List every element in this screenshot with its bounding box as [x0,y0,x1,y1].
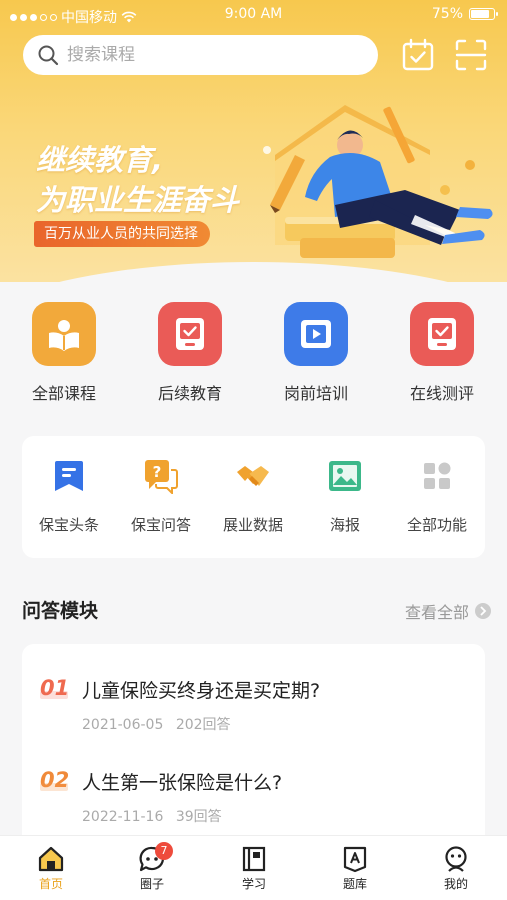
hero-header: 中国移动 9:00 AM 75% 搜索课程 继续教育, 为职业生涯奋斗 百万从业… [0,0,507,282]
tab-label: 我的 [443,877,468,891]
tab-circle[interactable]: 7 圈子 [122,842,182,892]
entry-label: 在线测评 [409,384,474,403]
entry-label: 岗前培训 [283,384,348,403]
tool-all-functions[interactable]: 全部功能 [392,458,482,535]
qa-answer-count: 202回答 [175,717,231,733]
entry-pre-job-training[interactable]: 岗前培训 [261,302,371,404]
notification-badge: 7 [155,842,173,860]
tab-study[interactable]: 学习 [224,845,284,892]
tool-baobao-headlines[interactable]: 保宝头条 [24,458,114,535]
news-bookmark-icon [55,461,83,491]
see-all-label: 查看全部 [404,603,469,622]
qa-date: 2021-06-05 [82,717,164,733]
tab-label: 题库 [342,877,367,891]
search-bar[interactable] [23,35,378,75]
calendar-check-icon[interactable] [401,38,435,72]
qa-rank-number: 02 [40,768,76,792]
image-icon [329,461,361,491]
entry-all-courses[interactable]: 全部课程 [9,302,119,404]
status-bar: 中国移动 9:00 AM 75% [0,0,507,30]
question-chat-icon: ? [145,460,178,496]
chevron-right-icon [475,603,491,619]
open-book-icon [32,302,96,366]
entry-label: 全部课程 [31,384,96,403]
banner-title-line1: 继续教育, [36,143,164,177]
video-play-icon [284,302,348,366]
battery-icon [469,8,498,20]
tool-label: 展业数据 [222,516,283,534]
tool-label: 海报 [329,516,360,534]
svg-text:?: ? [153,463,162,481]
qa-section-title: 问答模块 [22,600,99,622]
tool-label: 保宝问答 [130,516,191,534]
home-icon [38,846,64,872]
tab-home[interactable]: 首页 [21,845,81,892]
qa-answer-count: 39回答 [175,809,222,825]
scan-icon[interactable] [454,38,488,72]
tool-business-data[interactable]: 展业数据 [208,458,298,535]
tab-label: 学习 [241,877,266,891]
search-icon [38,45,59,66]
bottom-tab-bar: 首页 7 圈子 学习 题库 我的 [0,835,507,900]
qa-meta: 2021-06-05 202回答 [82,714,231,734]
qa-meta: 2022-11-16 39回答 [82,806,222,826]
see-all-link[interactable]: 查看全部 [405,599,491,623]
banner-illustration [263,105,493,258]
tools-card: 保宝头条 ? 保宝问答 展业数据 海报 全部功能 [22,436,485,558]
grid-icon [424,462,451,489]
tool-poster[interactable]: 海报 [300,458,390,535]
entry-label: 后续教育 [157,384,222,403]
qa-question: 人生第一张保险是什么? [82,772,283,794]
qa-date: 2022-11-16 [82,809,164,825]
tab-label: 圈子 [139,877,164,891]
main-entry-grid: 全部课程 后续教育 岗前培训 在线测评 [0,302,507,412]
tablet-check-icon [158,302,222,366]
banner-title: 继续教育, 为职业生涯奋斗 [36,140,239,220]
tab-profile[interactable]: 我的 [426,845,486,892]
question-bank-icon [343,846,367,873]
search-input[interactable] [67,45,357,65]
tool-label: 全部功能 [406,516,467,534]
qa-question: 儿童保险买终身还是买定期? [82,680,321,702]
tool-label: 保宝头条 [38,516,99,534]
battery-status: 75% [431,6,498,22]
profile-icon [445,846,467,872]
tab-label: 首页 [38,877,63,891]
entry-online-assessment[interactable]: 在线测评 [387,302,497,404]
entry-continuing-education[interactable]: 后续教育 [135,302,245,404]
notebook-icon [242,846,266,872]
banner-subtitle: 百万从业人员的共同选择 [34,221,210,247]
battery-percent: 75% [431,6,463,22]
qa-list: 01 儿童保险买终身还是买定期? 2021-06-05 202回答 02 人生第… [22,644,485,844]
tab-question-bank[interactable]: 题库 [325,845,385,892]
qa-rank-number: 01 [40,676,76,700]
handshake-icon [237,466,269,486]
tool-baobao-qa[interactable]: ? 保宝问答 [116,458,206,535]
tablet-check-icon [410,302,474,366]
banner-title-line2: 为职业生涯奋斗 [36,183,240,217]
